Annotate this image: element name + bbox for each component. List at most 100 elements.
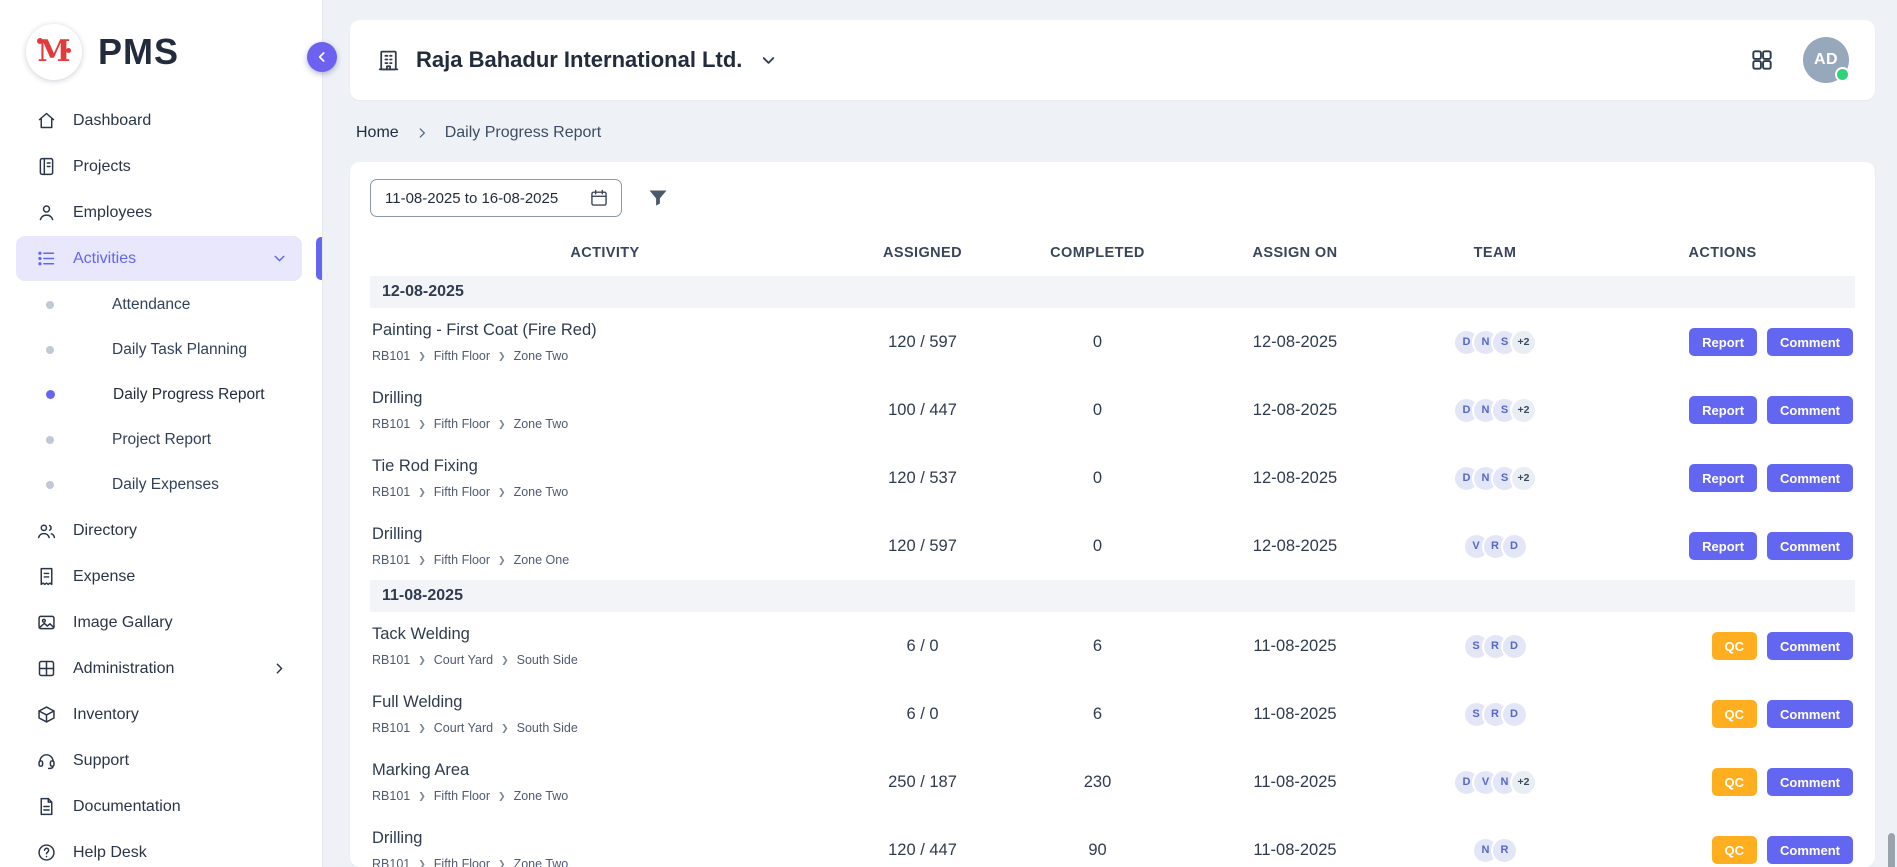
image-icon — [36, 612, 57, 633]
assigned-value: 250 / 187 — [840, 773, 1005, 792]
sidebar-item-label: Dashboard — [73, 112, 151, 130]
location-segment: Fifth Floor — [434, 553, 490, 567]
team-avatar[interactable]: D — [1501, 633, 1528, 660]
breadcrumb-current: Daily Progress Report — [445, 124, 602, 142]
company-selector[interactable]: Raja Bahadur International Ltd. — [376, 47, 778, 73]
sidebar-item-help-desk[interactable]: Help Desk — [16, 830, 302, 867]
main-content: Raja Bahadur International Ltd. AD Home … — [322, 0, 1897, 867]
qc-button[interactable]: QC — [1712, 700, 1758, 728]
apps-grid-button[interactable] — [1749, 47, 1775, 73]
sidebar-item-inventory[interactable]: Inventory — [16, 692, 302, 737]
sidebar-subitem-attendance[interactable]: Attendance — [0, 282, 322, 327]
activity-cell: Tie Rod FixingRB101❯Fifth Floor❯Zone Two — [370, 457, 840, 499]
bullet-icon — [46, 390, 55, 399]
report-button[interactable]: Report — [1689, 464, 1757, 492]
sidebar-item-projects[interactable]: Projects — [16, 144, 302, 189]
comment-button[interactable]: Comment — [1767, 768, 1853, 796]
table-row: DrillingRB101❯Fifth Floor❯Zone One120 / … — [370, 512, 1855, 580]
sidebar-item-support[interactable]: Support — [16, 738, 302, 783]
sidebar-subitem-daily-task-planning[interactable]: Daily Task Planning — [0, 327, 322, 372]
sidebar-item-administration[interactable]: Administration — [16, 646, 302, 691]
sidebar-item-employees[interactable]: Employees — [16, 190, 302, 235]
sidebar-item-directory[interactable]: Directory — [16, 508, 302, 553]
online-status-dot — [1835, 67, 1850, 82]
comment-button[interactable]: Comment — [1767, 836, 1853, 864]
assign-on-value: 12-08-2025 — [1190, 469, 1400, 488]
report-button[interactable]: Report — [1689, 328, 1757, 356]
sidebar-subitem-label: Project Report — [112, 431, 211, 449]
topbar: Raja Bahadur International Ltd. AD — [350, 20, 1875, 100]
chevron-right-icon: ❯ — [418, 420, 426, 429]
sidebar-subitem-daily-progress-report[interactable]: Daily Progress Report — [0, 372, 322, 417]
sidebar-item-documentation[interactable]: Documentation — [16, 784, 302, 829]
team-avatar[interactable]: D — [1501, 701, 1528, 728]
activity-location: RB101❯Fifth Floor❯Zone Two — [372, 485, 840, 499]
actions-cell: Report Comment — [1590, 532, 1855, 560]
user-avatar[interactable]: AD — [1803, 37, 1849, 83]
activity-cell: Marking AreaRB101❯Fifth Floor❯Zone Two — [370, 761, 840, 803]
scrollbar[interactable] — [1888, 833, 1895, 867]
qc-button[interactable]: QC — [1712, 768, 1758, 796]
actions-cell: Report Comment — [1590, 328, 1855, 356]
bullet-icon — [46, 481, 54, 489]
column-header-assign-on: ASSIGN ON — [1190, 245, 1400, 261]
sidebar-item-expense[interactable]: Expense — [16, 554, 302, 599]
comment-button[interactable]: Comment — [1767, 700, 1853, 728]
team-cell: VRD — [1400, 533, 1590, 560]
date-range-input[interactable]: 11-08-2025 to 16-08-2025 — [370, 179, 622, 217]
chevron-right-icon: ❯ — [498, 352, 506, 361]
filter-button[interactable] — [646, 186, 670, 210]
sidebar-item-activities[interactable]: Activities — [16, 236, 302, 281]
activity-title: Marking Area — [372, 761, 840, 780]
comment-button[interactable]: Comment — [1767, 632, 1853, 660]
report-button[interactable]: Report — [1689, 532, 1757, 560]
calendar-icon — [589, 188, 609, 208]
filter-row: 11-08-2025 to 16-08-2025 — [370, 178, 1855, 218]
report-button[interactable]: Report — [1689, 396, 1757, 424]
chevron-right-icon: ❯ — [498, 860, 506, 867]
sidebar-item-label: Projects — [73, 158, 131, 176]
activity-title: Painting - First Coat (Fire Red) — [372, 321, 840, 340]
breadcrumb: Home Daily Progress Report — [350, 100, 1875, 162]
projects-icon — [36, 156, 57, 177]
qc-button[interactable]: QC — [1712, 836, 1758, 864]
team-avatar[interactable]: D — [1501, 533, 1528, 560]
sidebar-item-label: Administration — [73, 660, 174, 678]
chevron-right-icon: ❯ — [418, 556, 426, 565]
location-segment: Fifth Floor — [434, 789, 490, 803]
sidebar-collapse-button[interactable] — [307, 42, 337, 72]
app-logo[interactable]: M PMS — [0, 0, 322, 96]
qc-button[interactable]: QC — [1712, 632, 1758, 660]
comment-button[interactable]: Comment — [1767, 464, 1853, 492]
assign-on-value: 12-08-2025 — [1190, 401, 1400, 420]
location-segment: RB101 — [372, 721, 410, 735]
location-segment: RB101 — [372, 485, 410, 499]
doc-icon — [36, 796, 57, 817]
sidebar-subitem-project-report[interactable]: Project Report — [0, 417, 322, 462]
sidebar-item-image-gallary[interactable]: Image Gallary — [16, 600, 302, 645]
assign-on-value: 11-08-2025 — [1190, 841, 1400, 860]
comment-button[interactable]: Comment — [1767, 532, 1853, 560]
chevron-right-icon: ❯ — [418, 656, 426, 665]
location-segment: Zone Two — [514, 857, 569, 867]
chevron-down-icon — [759, 51, 778, 70]
team-extra-count[interactable]: +2 — [1510, 397, 1537, 424]
comment-button[interactable]: Comment — [1767, 328, 1853, 356]
breadcrumb-home[interactable]: Home — [356, 124, 399, 142]
sidebar-item-dashboard[interactable]: Dashboard — [16, 98, 302, 143]
activity-location: RB101❯Fifth Floor❯Zone Two — [372, 857, 840, 867]
building-icon — [376, 48, 401, 73]
chevron-right-icon: ❯ — [418, 352, 426, 361]
topbar-actions: AD — [1749, 37, 1849, 83]
team-extra-count[interactable]: +2 — [1510, 769, 1537, 796]
comment-button[interactable]: Comment — [1767, 396, 1853, 424]
team-extra-count[interactable]: +2 — [1510, 329, 1537, 356]
sidebar-item-label: Documentation — [73, 798, 181, 816]
column-header-activity: ACTIVITY — [370, 245, 840, 261]
team-extra-count[interactable]: +2 — [1510, 465, 1537, 492]
sidebar-subitem-daily-expenses[interactable]: Daily Expenses — [0, 462, 322, 507]
users-icon — [36, 520, 57, 541]
location-segment: Court Yard — [434, 721, 493, 735]
team-avatar[interactable]: R — [1491, 837, 1518, 864]
activity-cell: Painting - First Coat (Fire Red)RB101❯Fi… — [370, 321, 840, 363]
